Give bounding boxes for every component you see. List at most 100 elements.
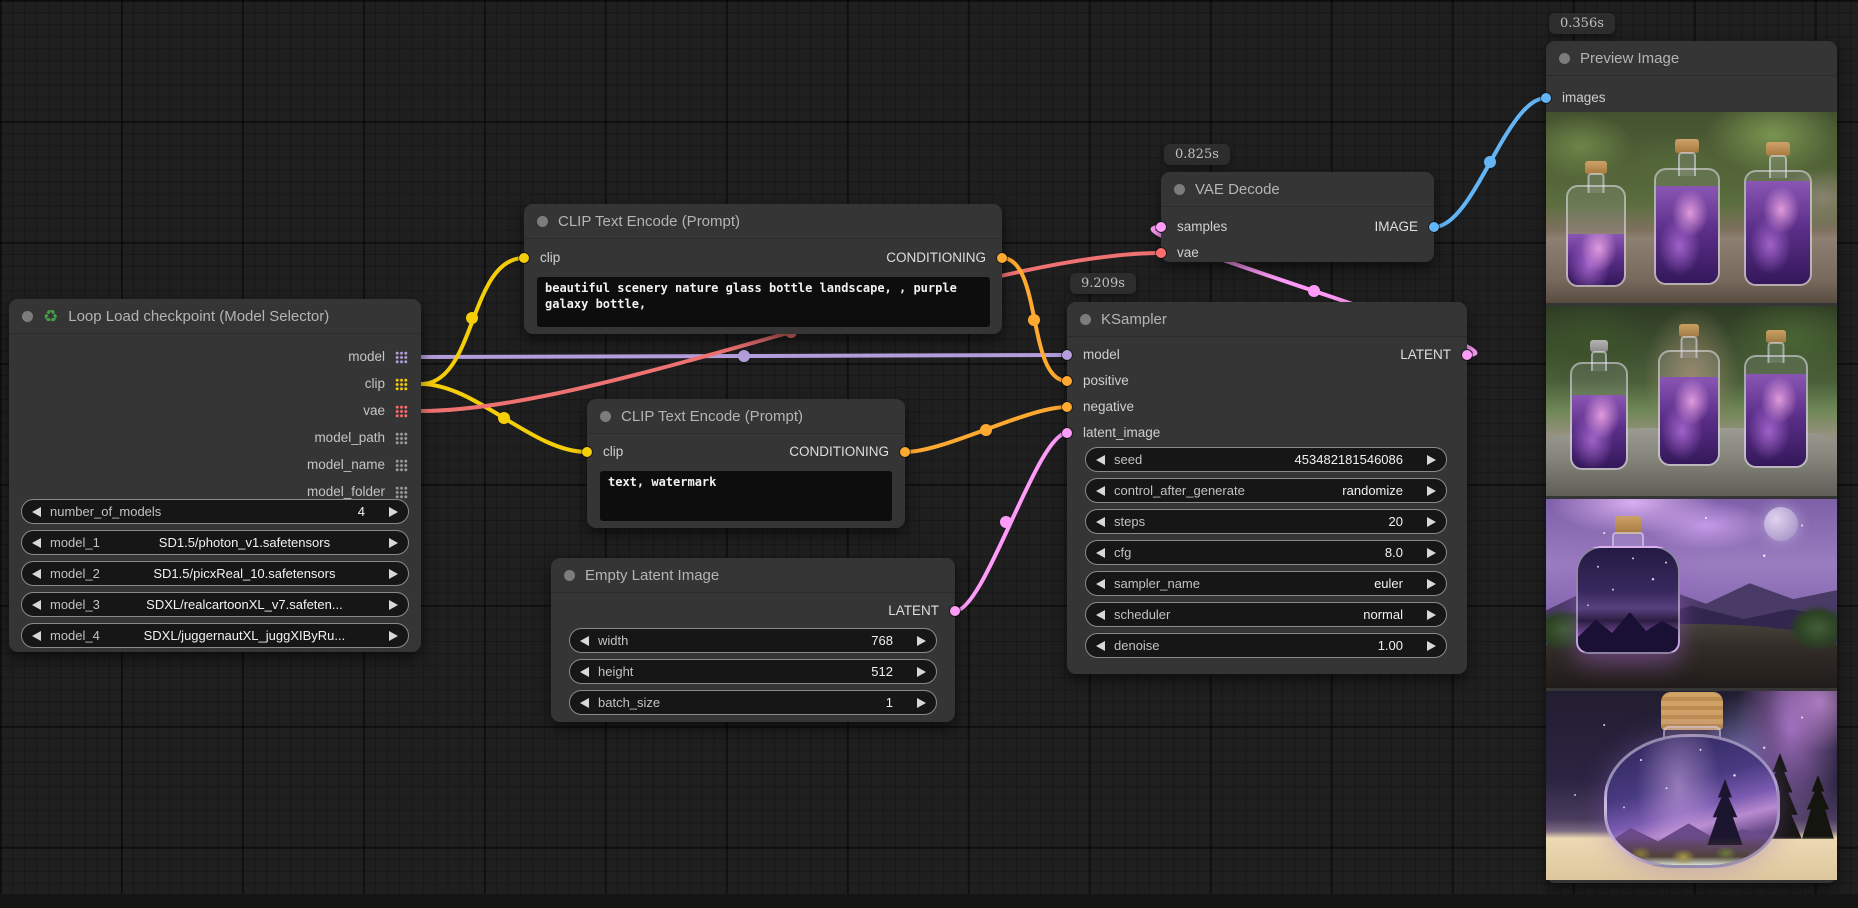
node-loop-load-checkpoint[interactable]: ♻ Loop Load checkpoint (Model Selector) … [9, 299, 421, 652]
input-pin-negative[interactable] [1062, 402, 1072, 412]
widget-model-2[interactable]: model_2 SD1.5/picxReal_10.safetensors [21, 561, 409, 586]
link-dot-cond2 [980, 424, 992, 436]
output-grid-pin-model-name[interactable] [395, 459, 408, 472]
widget-cfg[interactable]: cfg 8.0 [1085, 540, 1447, 565]
output-pin-latent[interactable] [950, 606, 960, 616]
increment-arrow-icon[interactable] [1427, 641, 1436, 651]
widget-seed[interactable]: seed 453482181546086 [1085, 447, 1447, 472]
widget-label: seed [1114, 452, 1142, 467]
timing-badge-vae-decode: 0.825s [1164, 144, 1230, 165]
preview-image-2[interactable] [1546, 306, 1837, 496]
decrement-arrow-icon[interactable] [32, 600, 41, 610]
preview-image-3[interactable] [1546, 499, 1837, 688]
increment-arrow-icon[interactable] [1427, 455, 1436, 465]
widget-model-4[interactable]: model_4 SDXL/juggernautXL_juggXIByRu... [21, 623, 409, 648]
increment-arrow-icon[interactable] [1427, 579, 1436, 589]
widget-steps[interactable]: steps 20 [1085, 509, 1447, 534]
input-pin-positive[interactable] [1062, 376, 1072, 386]
node-ksampler[interactable]: KSampler model positive negative latent_… [1067, 302, 1467, 674]
input-pin-vae[interactable] [1156, 248, 1166, 258]
collapse-dot-icon[interactable] [600, 411, 611, 422]
decrement-arrow-icon[interactable] [1096, 455, 1105, 465]
collapse-dot-icon[interactable] [1559, 53, 1570, 64]
input-pin-latent-image[interactable] [1062, 428, 1072, 438]
collapse-dot-icon[interactable] [1080, 314, 1091, 325]
decrement-arrow-icon[interactable] [1096, 579, 1105, 589]
decrement-arrow-icon[interactable] [1096, 641, 1105, 651]
collapse-dot-icon[interactable] [564, 570, 575, 581]
input-pin-samples[interactable] [1156, 222, 1166, 232]
node-header[interactable]: CLIP Text Encode (Prompt) [587, 399, 905, 434]
increment-arrow-icon[interactable] [1427, 548, 1436, 558]
node-vae-decode[interactable]: VAE Decode samples vae IMAGE [1161, 172, 1434, 262]
output-label-model: model [348, 348, 385, 366]
node-header[interactable]: ♻ Loop Load checkpoint (Model Selector) [9, 299, 421, 334]
decrement-arrow-icon[interactable] [1096, 610, 1105, 620]
output-pin-conditioning[interactable] [900, 447, 910, 457]
galaxy-bottle [1566, 161, 1626, 287]
increment-arrow-icon[interactable] [389, 538, 398, 548]
decrement-arrow-icon[interactable] [32, 631, 41, 641]
widget-number-of-models[interactable]: number_of_models 4 [21, 499, 409, 524]
widget-width[interactable]: width 768 [569, 628, 937, 653]
input-pin-model[interactable] [1062, 350, 1072, 360]
decrement-arrow-icon[interactable] [32, 538, 41, 548]
output-grid-pin-model-folder[interactable] [395, 486, 408, 499]
decrement-arrow-icon[interactable] [1096, 517, 1105, 527]
node-header[interactable]: KSampler [1067, 302, 1467, 337]
widget-control-after-generate[interactable]: control_after_generate randomize [1085, 478, 1447, 503]
increment-arrow-icon[interactable] [917, 636, 926, 646]
decrement-arrow-icon[interactable] [1096, 548, 1105, 558]
widget-model-3[interactable]: model_3 SDXL/realcartoonXL_v7.safeten... [21, 592, 409, 617]
decrement-arrow-icon[interactable] [32, 569, 41, 579]
output-grid-pin-model-path[interactable] [395, 432, 408, 445]
widget-denoise[interactable]: denoise 1.00 [1085, 633, 1447, 658]
node-header[interactable]: CLIP Text Encode (Prompt) [524, 204, 1002, 239]
node-header[interactable]: VAE Decode [1161, 172, 1434, 207]
galaxy-bottle [1658, 324, 1720, 466]
node-clip-text-encode-positive[interactable]: CLIP Text Encode (Prompt) clip CONDITION… [524, 204, 1002, 334]
prompt-textarea[interactable]: text, watermark [600, 471, 892, 521]
preview-image-4[interactable] [1546, 691, 1837, 880]
increment-arrow-icon[interactable] [389, 631, 398, 641]
widget-height[interactable]: height 512 [569, 659, 937, 684]
node-clip-text-encode-negative[interactable]: CLIP Text Encode (Prompt) clip CONDITION… [587, 399, 905, 528]
widget-batch-size[interactable]: batch_size 1 [569, 690, 937, 715]
decrement-arrow-icon[interactable] [1096, 486, 1105, 496]
widget-sampler-name[interactable]: sampler_name euler [1085, 571, 1447, 596]
decrement-arrow-icon[interactable] [580, 698, 589, 708]
node-header[interactable]: Preview Image [1546, 41, 1837, 76]
decrement-arrow-icon[interactable] [580, 636, 589, 646]
node-preview-image[interactable]: Preview Image images [1546, 41, 1837, 883]
increment-arrow-icon[interactable] [917, 698, 926, 708]
output-grid-pin-clip[interactable] [395, 378, 408, 391]
increment-arrow-icon[interactable] [1427, 610, 1436, 620]
prompt-textarea[interactable]: beautiful scenery nature glass bottle la… [537, 277, 990, 327]
increment-arrow-icon[interactable] [389, 569, 398, 579]
input-pin-clip[interactable] [519, 253, 529, 263]
widget-scheduler[interactable]: scheduler normal [1085, 602, 1447, 627]
link-dot-model [738, 350, 750, 362]
input-pin-images[interactable] [1541, 93, 1551, 103]
increment-arrow-icon[interactable] [917, 667, 926, 677]
output-pin-conditioning[interactable] [997, 253, 1007, 263]
increment-arrow-icon[interactable] [389, 600, 398, 610]
collapse-dot-icon[interactable] [537, 216, 548, 227]
input-pin-clip[interactable] [582, 447, 592, 457]
output-pin-image[interactable] [1429, 222, 1439, 232]
output-grid-pin-vae[interactable] [395, 405, 408, 418]
increment-arrow-icon[interactable] [1427, 486, 1436, 496]
decrement-arrow-icon[interactable] [580, 667, 589, 677]
preview-image-1[interactable] [1546, 112, 1837, 303]
widget-model-1[interactable]: model_1 SD1.5/photon_v1.safetensors [21, 530, 409, 555]
increment-arrow-icon[interactable] [389, 507, 398, 517]
output-pin-latent[interactable] [1462, 350, 1472, 360]
increment-arrow-icon[interactable] [1427, 517, 1436, 527]
node-empty-latent-image[interactable]: Empty Latent Image LATENT width 768 heig… [551, 558, 955, 722]
output-grid-pin-model[interactable] [395, 351, 408, 364]
collapse-dot-icon[interactable] [1174, 184, 1185, 195]
node-header[interactable]: Empty Latent Image [551, 558, 955, 593]
decrement-arrow-icon[interactable] [32, 507, 41, 517]
collapse-dot-icon[interactable] [22, 311, 33, 322]
widget-label: denoise [1114, 638, 1160, 653]
